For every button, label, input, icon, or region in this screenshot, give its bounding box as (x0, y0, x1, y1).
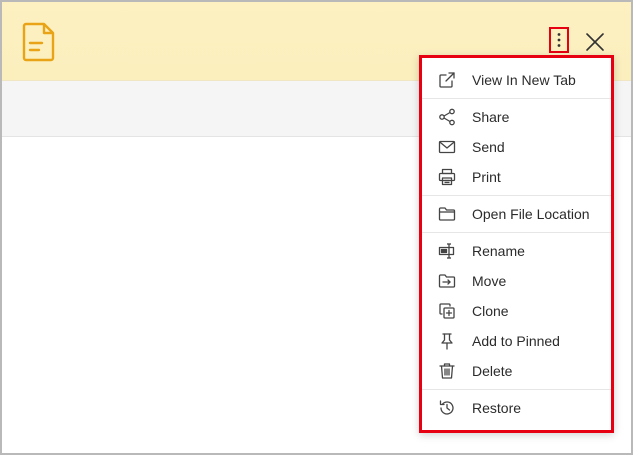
menu-item-send[interactable]: Send (422, 132, 611, 162)
vertical-ellipsis-icon (557, 32, 561, 48)
printer-icon (437, 167, 457, 187)
history-icon (437, 398, 457, 418)
menu-item-label: Delete (472, 363, 513, 379)
menu-item-label: Move (472, 273, 507, 289)
menu-item-share[interactable]: Share (422, 102, 611, 132)
menu-item-restore[interactable]: Restore (422, 393, 611, 423)
trash-icon (437, 361, 457, 381)
menu-item-add-to-pinned[interactable]: Add to Pinned (422, 326, 611, 356)
file-preview-window: View In New Tab Share Send Print Open Fi… (0, 0, 633, 455)
external-link-icon (437, 70, 457, 90)
menu-item-label: Print (472, 169, 501, 185)
menu-item-label: Send (472, 139, 505, 155)
menu-item-move[interactable]: Move (422, 266, 611, 296)
folder-icon (437, 204, 457, 224)
menu-divider (422, 98, 611, 99)
menu-item-print[interactable]: Print (422, 162, 611, 192)
document-icon (22, 22, 56, 62)
menu-item-label: Clone (472, 303, 509, 319)
menu-item-label: Share (472, 109, 510, 125)
menu-item-delete[interactable]: Delete (422, 356, 611, 386)
menu-item-label: Restore (472, 400, 522, 416)
menu-item-label: Rename (472, 243, 525, 259)
menu-item-label: Open File Location (472, 206, 590, 222)
envelope-icon (437, 137, 457, 157)
share-icon (437, 107, 457, 127)
pin-icon (437, 331, 457, 351)
menu-item-rename[interactable]: Rename (422, 236, 611, 266)
move-folder-icon (437, 271, 457, 291)
clone-icon (437, 301, 457, 321)
menu-item-label: Add to Pinned (472, 333, 560, 349)
more-options-menu: View In New Tab Share Send Print Open Fi… (419, 55, 614, 433)
close-icon (582, 29, 608, 55)
menu-item-label: View In New Tab (472, 72, 576, 88)
menu-divider (422, 195, 611, 196)
close-button[interactable] (582, 29, 608, 55)
rename-icon (437, 241, 457, 261)
more-options-button[interactable] (549, 27, 569, 53)
menu-divider (422, 232, 611, 233)
menu-item-open-file-location[interactable]: Open File Location (422, 199, 611, 229)
menu-divider (422, 389, 611, 390)
menu-item-clone[interactable]: Clone (422, 296, 611, 326)
menu-item-view-in-new-tab[interactable]: View In New Tab (422, 65, 611, 95)
